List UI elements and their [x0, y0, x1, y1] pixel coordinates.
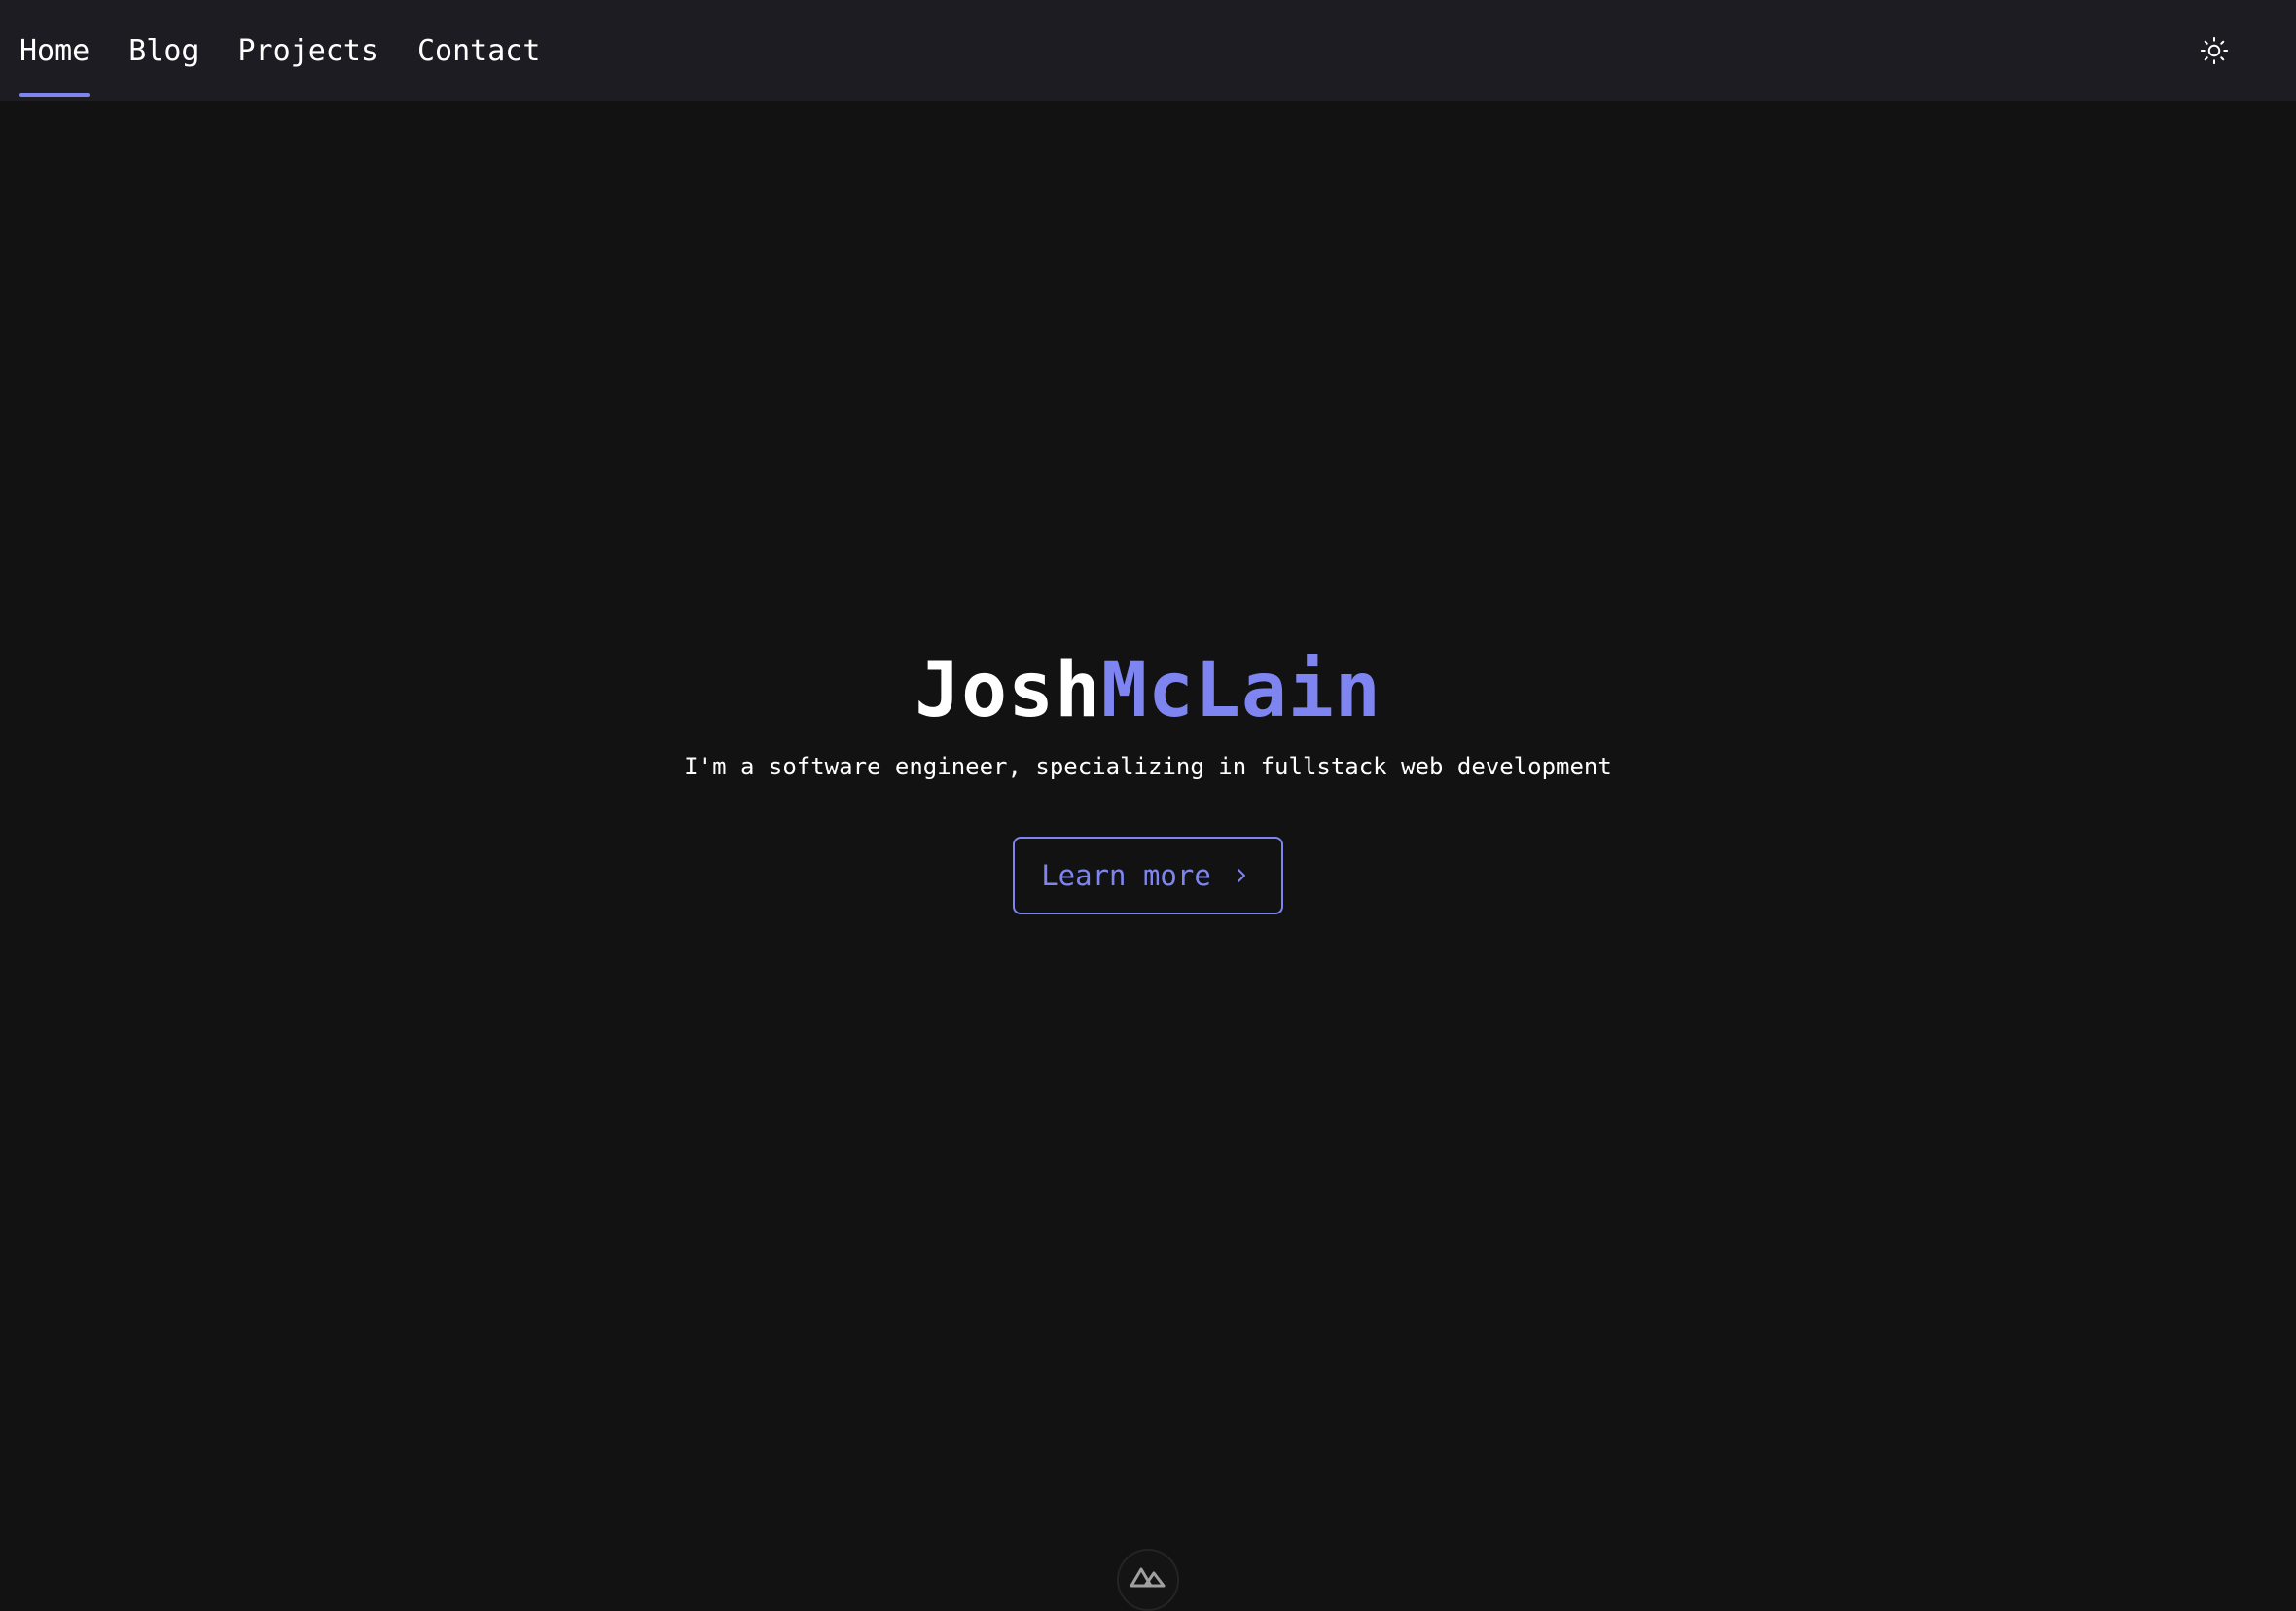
- sun-icon: [2200, 36, 2229, 65]
- nav-item-blog[interactable]: Blog: [128, 0, 198, 101]
- nuxt-logo-icon: [1130, 1567, 1166, 1588]
- hero-title: JoshMcLain: [0, 642, 2296, 739]
- theme-toggle-button[interactable]: [2195, 31, 2234, 70]
- nav-item-home[interactable]: Home: [19, 0, 90, 101]
- chevron-right-icon: [1233, 865, 1250, 886]
- nav-item-contact[interactable]: Contact: [417, 0, 540, 101]
- cta-wrapper: Learn more: [0, 837, 2296, 914]
- navbar: Home Blog Projects Contact: [0, 0, 2296, 101]
- hero-section: JoshMcLain I'm a software engineer, spec…: [0, 642, 2296, 914]
- nav-item-projects[interactable]: Projects: [238, 0, 379, 101]
- hero-subtitle: I'm a software engineer, specializing in…: [684, 753, 1612, 780]
- hero-first-name: Josh: [915, 647, 1102, 734]
- footer-badge[interactable]: [1117, 1549, 1179, 1611]
- nav-list: Home Blog Projects Contact: [19, 0, 540, 101]
- learn-more-button[interactable]: Learn more: [1013, 837, 1283, 914]
- hero-last-name: McLain: [1101, 647, 1381, 734]
- learn-more-label: Learn more: [1041, 859, 1211, 892]
